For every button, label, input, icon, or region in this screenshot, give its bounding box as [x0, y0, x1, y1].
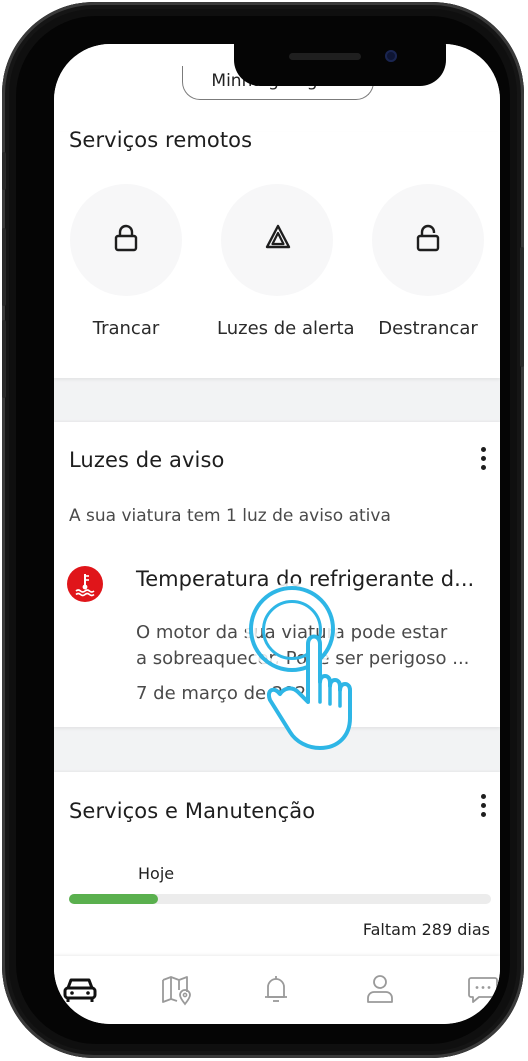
lock-label: Trancar [92, 318, 160, 339]
unlock-button[interactable]: Destrancar [368, 184, 488, 339]
pointing-hand-icon [264, 628, 360, 758]
app-screen: Minha garagem Serviços remotos Trancar [54, 44, 500, 1024]
mute-switch [2, 152, 6, 190]
remote-services-title: Serviços remotos [69, 128, 253, 152]
days-remaining: Faltam 289 dias [362, 920, 490, 939]
bottom-navigation [54, 956, 500, 1024]
warning-lights-title: Luzes de aviso [69, 448, 225, 472]
power-button [520, 247, 524, 367]
nav-map-tab[interactable] [158, 970, 196, 1008]
unlock-label: Destrancar [378, 318, 478, 339]
device-stage: Minha garagem Serviços remotos Trancar [0, 0, 528, 1061]
remote-services-card: Serviços remotos Trancar Luzes de alerta… [54, 128, 500, 378]
volume-up-button [2, 228, 6, 306]
front-camera [385, 50, 397, 62]
nav-car-tab[interactable] [61, 970, 99, 1008]
bell-icon [265, 976, 287, 1002]
service-maintenance-title: Serviços e Manutenção [69, 799, 316, 823]
lock-button[interactable]: Trancar [66, 184, 186, 339]
warning-summary: A sua viatura tem 1 luz de aviso ativa [69, 506, 391, 526]
nav-chat-tab[interactable] [464, 970, 500, 1008]
service-maintenance-card: Serviços e Manutenção Hoje Faltam 289 di… [54, 772, 500, 972]
progress-label-today: Hoje [138, 864, 175, 883]
hazard-circle[interactable] [221, 184, 333, 296]
speaker [289, 53, 361, 60]
volume-down-button [2, 320, 6, 398]
lock-circle[interactable] [70, 184, 182, 296]
phone-frame: Minha garagem Serviços remotos Trancar [2, 2, 524, 1058]
service-progress-bar [69, 894, 491, 904]
profile-icon [367, 975, 393, 1003]
unlock-circle[interactable] [372, 184, 484, 296]
service-more-icon[interactable] [478, 794, 488, 822]
car-icon [63, 978, 97, 1002]
service-progress-fill [69, 894, 158, 904]
warning-more-icon[interactable] [478, 447, 488, 475]
map-icon [162, 976, 191, 1006]
hazard-lights-button[interactable]: Luzes de alerta [217, 184, 355, 339]
hazard-triangle-icon [265, 224, 291, 249]
nav-profile-tab[interactable] [361, 970, 399, 1008]
lock-icon [114, 224, 138, 252]
unlock-icon [416, 224, 440, 252]
hazard-lights-label: Luzes de alerta [217, 318, 355, 339]
nav-notifications-tab[interactable] [257, 970, 295, 1008]
notch [234, 44, 446, 86]
chat-icon [468, 977, 498, 1003]
coolant-temperature-icon [67, 566, 103, 602]
